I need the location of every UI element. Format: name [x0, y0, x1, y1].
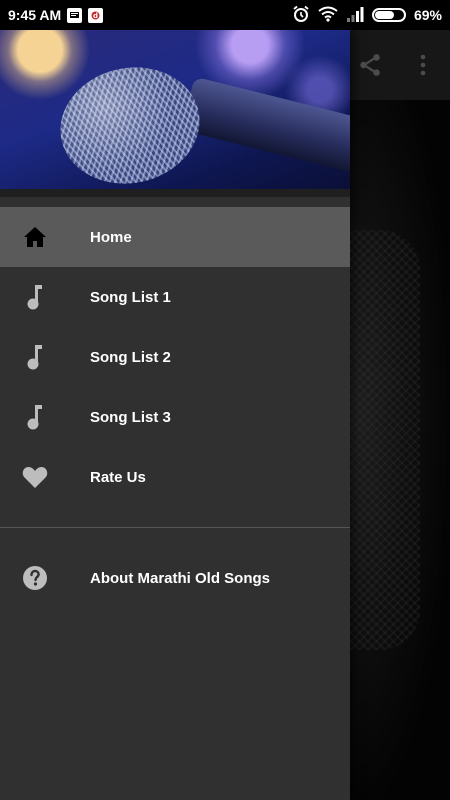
- microphone-head: [49, 54, 211, 197]
- drawer-item-label: Song List 2: [90, 348, 171, 366]
- battery-icon: [371, 8, 406, 22]
- heart-icon: [22, 464, 48, 490]
- status-time: 9:45 AM: [8, 7, 62, 23]
- svg-text:d: d: [93, 12, 98, 20]
- home-icon: [22, 224, 48, 250]
- drawer-item-label: Home: [90, 228, 132, 246]
- drawer-item-home[interactable]: Home: [0, 207, 350, 267]
- drawer-item-rate-us[interactable]: Rate Us: [0, 447, 350, 507]
- alarm-icon: [292, 5, 310, 26]
- battery-percent: 69%: [413, 7, 442, 23]
- drawer-item-label: Song List 1: [90, 288, 171, 306]
- drawer-menu: Home Song List 1 Song List 2 Song List 3…: [0, 207, 350, 608]
- microphone-body: [181, 76, 350, 179]
- drawer-item-label: About Marathi Old Songs: [90, 569, 270, 587]
- drawer-header-image: [0, 30, 350, 197]
- drawer-item-song-list-3[interactable]: Song List 3: [0, 387, 350, 447]
- status-bar: 9:45 AM d 69%: [0, 0, 450, 30]
- drawer-item-label: Song List 3: [90, 408, 171, 426]
- wifi-icon: [318, 6, 338, 25]
- app-notification-icon: d: [88, 7, 104, 23]
- music-note-icon: [22, 284, 48, 310]
- music-note-icon: [22, 404, 48, 430]
- drawer-divider: [0, 527, 350, 528]
- drawer-item-about[interactable]: About Marathi Old Songs: [0, 548, 350, 608]
- drawer-item-song-list-1[interactable]: Song List 1: [0, 267, 350, 327]
- help-circle-icon: [22, 565, 48, 591]
- battery-fill: [374, 11, 395, 19]
- signal-icon: [346, 6, 364, 25]
- drawer-item-song-list-2[interactable]: Song List 2: [0, 327, 350, 387]
- message-notification-icon: [67, 7, 83, 23]
- navigation-drawer: Home Song List 1 Song List 2 Song List 3…: [0, 30, 350, 800]
- music-note-icon: [22, 344, 48, 370]
- drawer-item-label: Rate Us: [90, 468, 146, 486]
